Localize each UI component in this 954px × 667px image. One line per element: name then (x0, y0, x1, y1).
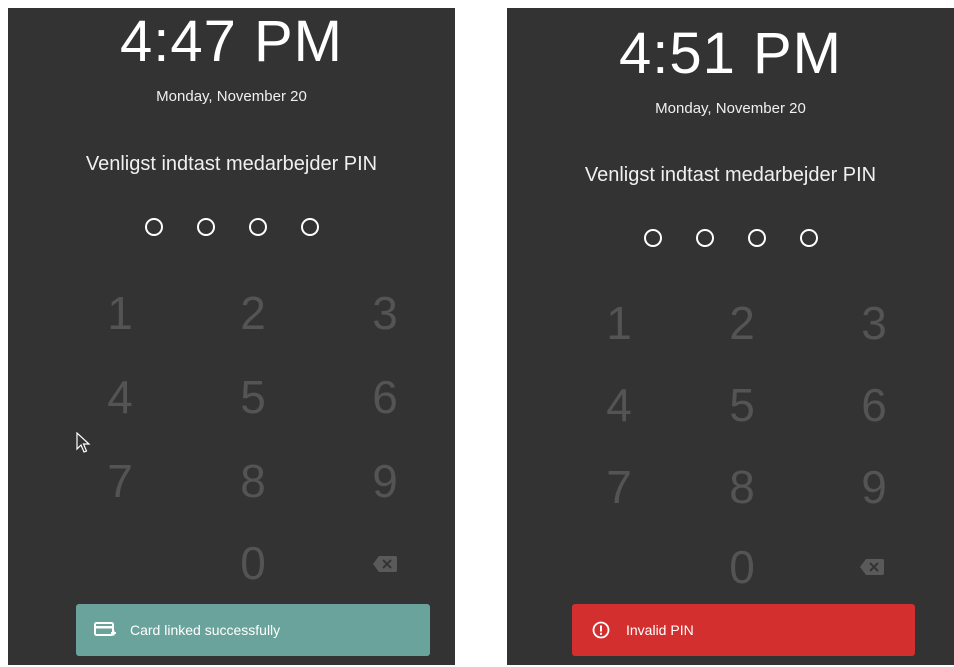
key-7[interactable]: 7 (80, 458, 160, 504)
pin-indicator (507, 229, 954, 247)
key-9[interactable]: 9 (345, 458, 425, 504)
clock-time: 4:47 PM (120, 9, 343, 74)
pin-dot (643, 229, 662, 247)
pin-dot (144, 218, 163, 236)
key-6[interactable]: 6 (834, 382, 914, 428)
key-9[interactable]: 9 (834, 464, 914, 510)
pin-prompt: Venligst indtast medarbejder PIN (584, 164, 877, 186)
pin-dot (196, 218, 215, 236)
key-3[interactable]: 3 (345, 290, 425, 336)
pin-dot (300, 218, 319, 236)
error-circle-icon (590, 621, 612, 639)
toast-message: Invalid PIN (626, 622, 694, 638)
key-1[interactable]: 1 (80, 290, 160, 336)
pin-prompt: Venligst indtast medarbejder PIN (85, 153, 378, 175)
lock-screen-left: 4:47 PM Monday, November 20 Venligst ind… (8, 8, 455, 665)
toast-error: Invalid PIN (572, 604, 915, 656)
key-8[interactable]: 8 (702, 464, 782, 510)
pin-dot (248, 218, 267, 236)
key-0[interactable]: 0 (213, 540, 293, 586)
pin-indicator (8, 218, 455, 236)
key-4[interactable]: 4 (80, 374, 160, 420)
toast-message: Card linked successfully (130, 622, 281, 638)
key-5[interactable]: 5 (213, 374, 293, 420)
pin-dot (695, 229, 714, 247)
key-5[interactable]: 5 (702, 382, 782, 428)
key-3[interactable]: 3 (834, 300, 914, 346)
key-1[interactable]: 1 (579, 300, 659, 346)
backspace-icon[interactable] (860, 559, 884, 575)
key-2[interactable]: 2 (213, 290, 293, 336)
backspace-icon[interactable] (373, 556, 397, 572)
date-label: Monday, November 20 (655, 100, 806, 117)
key-4[interactable]: 4 (579, 382, 659, 428)
key-6[interactable]: 6 (345, 374, 425, 420)
date-label: Monday, November 20 (156, 88, 307, 105)
key-2[interactable]: 2 (702, 300, 782, 346)
key-0[interactable]: 0 (702, 544, 782, 590)
pin-dot (747, 229, 766, 247)
key-8[interactable]: 8 (213, 458, 293, 504)
pin-dot (799, 229, 818, 247)
key-7[interactable]: 7 (579, 464, 659, 510)
mouse-pointer-icon (76, 432, 91, 453)
lock-screen-right: 4:51 PM Monday, November 20 Venligst ind… (507, 8, 954, 665)
card-add-icon (94, 621, 116, 639)
toast-success: Card linked successfully (76, 604, 430, 656)
clock-time: 4:51 PM (619, 21, 842, 86)
